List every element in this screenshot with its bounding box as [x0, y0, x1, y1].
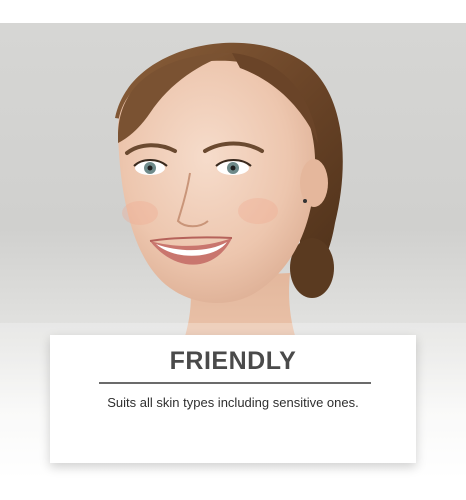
feature-card: FRIENDLY Suits all skin types including …	[50, 335, 416, 463]
promo-page: FRIENDLY Suits all skin types including …	[0, 0, 466, 500]
title-divider	[99, 382, 371, 384]
earring-shape	[303, 199, 307, 203]
feature-title: FRIENDLY	[169, 347, 297, 375]
feature-description: Suits all skin types including sensitive…	[107, 395, 359, 410]
